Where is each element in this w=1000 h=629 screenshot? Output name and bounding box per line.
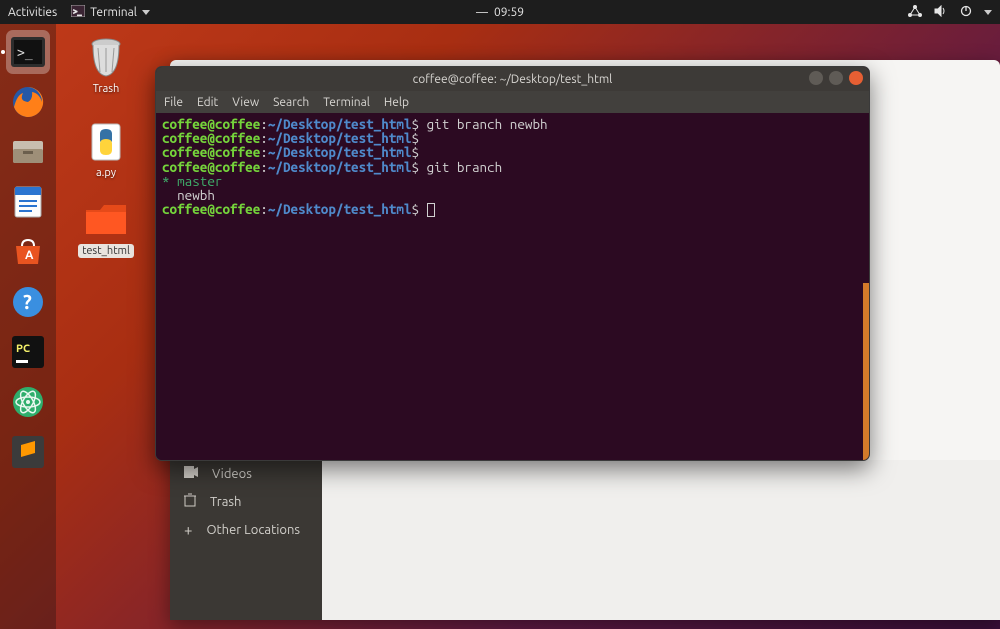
clock[interactable]: — 09:59 <box>476 6 524 19</box>
terminal-body[interactable]: coffee@coffee:~/Desktop/test_html$ git b… <box>156 113 869 460</box>
activities-button[interactable]: Activities <box>8 6 57 19</box>
network-icon[interactable] <box>908 5 922 20</box>
menu-view[interactable]: View <box>232 96 259 109</box>
menu-help[interactable]: Help <box>384 96 409 109</box>
clock-time: 09:59 <box>494 6 524 19</box>
software-center-app-icon[interactable]: A <box>6 230 50 274</box>
menu-edit[interactable]: Edit <box>197 96 218 109</box>
terminal-title: coffee@coffee: ~/Desktop/test_html <box>413 73 613 86</box>
window-maximize-button[interactable] <box>829 71 843 85</box>
sidebar-item-label: Other Locations <box>206 523 300 537</box>
caret-down-icon <box>142 10 150 15</box>
sublime-app-icon[interactable] <box>6 430 50 474</box>
terminal-window[interactable]: coffee@coffee: ~/Desktop/test_html File … <box>155 66 870 461</box>
svg-text:>_: >_ <box>73 7 82 16</box>
svg-text:A: A <box>25 249 34 262</box>
svg-text:?: ? <box>23 290 32 313</box>
pycharm-app-icon[interactable]: PC <box>6 330 50 374</box>
menu-search[interactable]: Search <box>273 96 309 109</box>
test-html-desktop-icon[interactable]: test_html <box>74 198 138 258</box>
sidebar-item-other-locations[interactable]: + Other Locations <box>170 516 322 543</box>
trash-label: Trash <box>89 82 124 96</box>
plus-icon: + <box>184 522 192 537</box>
terminal-cursor <box>427 203 435 217</box>
menu-terminal[interactable]: Terminal <box>323 96 370 109</box>
trash-small-icon <box>184 493 196 510</box>
window-minimize-button[interactable] <box>809 71 823 85</box>
python-file-icon <box>84 120 128 164</box>
svg-text:>_: >_ <box>17 46 33 61</box>
atom-app-icon[interactable] <box>6 380 50 424</box>
app-menu-label: Terminal <box>90 6 137 19</box>
sidebar-item-trash[interactable]: Trash <box>170 487 322 516</box>
menu-file[interactable]: File <box>164 96 183 109</box>
test-html-label: test_html <box>78 244 134 258</box>
files-content-area[interactable] <box>322 460 1000 620</box>
clock-separator: — <box>476 6 488 19</box>
terminal-icon: >_ <box>71 5 85 20</box>
files-app-icon[interactable] <box>6 130 50 174</box>
trash-icon <box>84 36 128 80</box>
terminal-app-icon[interactable]: >_ <box>6 30 50 74</box>
files-sidebar: Videos Trash + Other Locations <box>170 460 322 620</box>
sidebar-item-label: Trash <box>210 495 241 509</box>
system-menu-caret-icon[interactable] <box>984 10 992 15</box>
terminal-menubar: File Edit View Search Terminal Help <box>156 91 869 113</box>
power-icon[interactable] <box>960 5 972 20</box>
terminal-scrollbar[interactable] <box>863 283 869 461</box>
writer-app-icon[interactable] <box>6 180 50 224</box>
sidebar-item-videos[interactable]: Videos <box>170 460 322 487</box>
firefox-app-icon[interactable] <box>6 80 50 124</box>
apy-label: a.py <box>92 166 120 180</box>
svg-text:PC: PC <box>16 343 30 355</box>
launcher-dock: >_ A ? PC <box>0 24 56 629</box>
trash-desktop-icon[interactable]: Trash <box>74 36 138 96</box>
apy-desktop-icon[interactable]: a.py <box>74 120 138 180</box>
terminal-command: git branch <box>419 159 502 175</box>
folder-icon <box>84 198 128 242</box>
volume-icon[interactable] <box>934 5 948 20</box>
video-icon <box>184 466 198 481</box>
window-close-button[interactable] <box>849 71 863 85</box>
terminal-command: git branch newbh <box>419 116 548 132</box>
terminal-titlebar[interactable]: coffee@coffee: ~/Desktop/test_html <box>156 67 869 91</box>
top-panel: Activities >_ Terminal — 09:59 <box>0 0 1000 24</box>
help-app-icon[interactable]: ? <box>6 280 50 324</box>
app-menu[interactable]: >_ Terminal <box>71 5 150 20</box>
sidebar-item-label: Videos <box>212 467 252 481</box>
